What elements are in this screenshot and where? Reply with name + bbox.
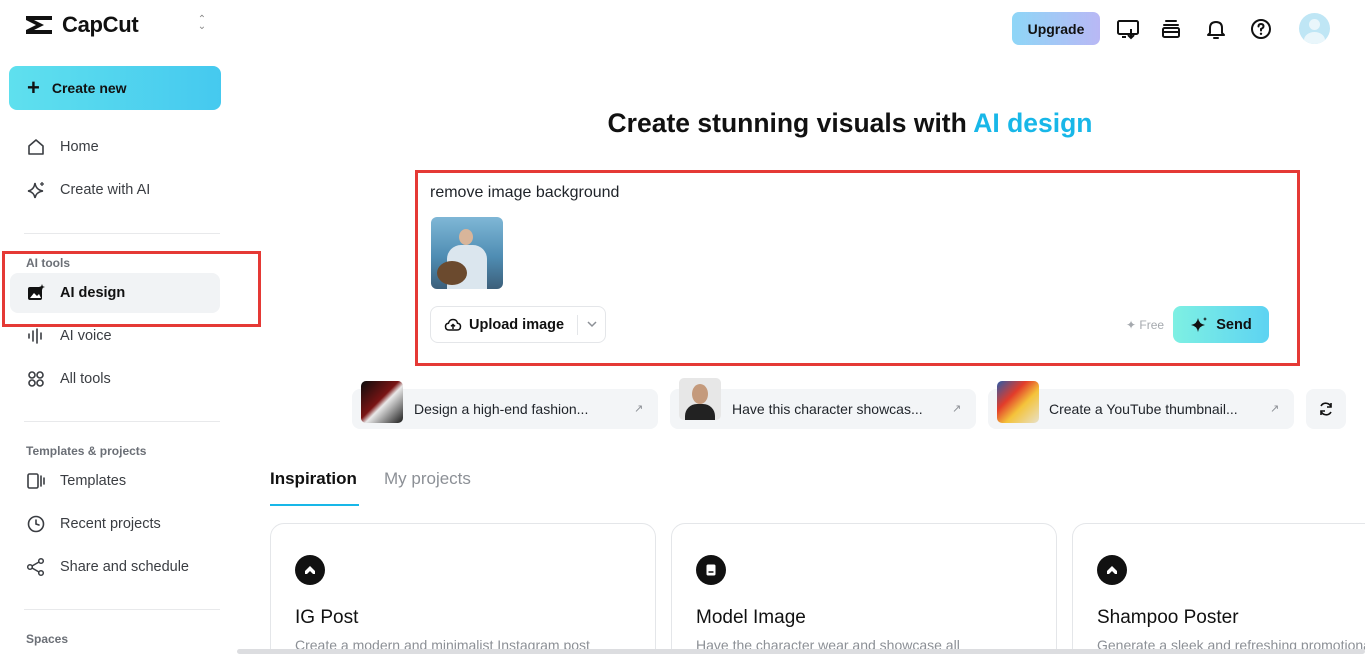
download-screen-icon[interactable] [1115, 16, 1141, 42]
suggestion-label: Create a YouTube thumbnail... [1049, 401, 1238, 417]
sidebar-item-label: Share and schedule [60, 559, 189, 575]
upload-separator [577, 315, 578, 335]
tab-inspiration[interactable]: Inspiration [270, 469, 357, 489]
tab-my-projects[interactable]: My projects [384, 469, 471, 489]
inbox-stack-icon[interactable] [1158, 16, 1184, 42]
image-sparkle-icon [26, 283, 46, 303]
plus-icon: + [27, 75, 40, 100]
suggestion-label: Have this character showcas... [732, 401, 923, 417]
upload-image-label: Upload image [469, 316, 565, 333]
help-icon[interactable] [1248, 16, 1274, 42]
waveform-icon [26, 326, 46, 346]
sidebar-item-label: Home [60, 139, 99, 155]
free-badge: ✦ Free [1126, 318, 1165, 332]
inspiration-card-model-image[interactable]: Model Image Have the character wear and … [671, 523, 1057, 654]
page-title: Create stunning visuals with AI design [420, 108, 1280, 139]
create-new-button[interactable]: + Create new [9, 66, 221, 110]
sidebar-item-share-and-schedule[interactable]: Share and schedule [10, 547, 220, 587]
horizontal-scrollbar[interactable] [237, 649, 1365, 654]
sidebar-divider [24, 609, 220, 610]
home-icon [26, 137, 46, 157]
sidebar-item-home[interactable]: Home [10, 127, 220, 167]
arrow-up-right-icon: ↗ [634, 403, 644, 415]
share-icon [26, 557, 46, 577]
card-title: Shampoo Poster [1097, 607, 1239, 628]
sidebar-divider [24, 421, 220, 422]
document-icon [696, 555, 726, 585]
upgrade-button[interactable]: Upgrade [1012, 12, 1100, 45]
section-title-spaces: Spaces [26, 632, 69, 646]
thumb-figure-head [459, 229, 473, 245]
character-body [685, 404, 715, 420]
arrow-up-right-icon: ↗ [952, 403, 962, 415]
image-icon [1097, 555, 1127, 585]
capcut-logo[interactable]: CapCut [24, 12, 139, 38]
page-title-accent: AI design [973, 108, 1093, 138]
upload-image-button[interactable]: Upload image [430, 306, 606, 343]
sidebar-item-create-with-ai[interactable]: Create with AI [10, 170, 220, 210]
suggestion-image-character [679, 378, 721, 420]
app-name: CapCut [62, 12, 139, 37]
suggestion-label: Design a high-end fashion... [414, 401, 589, 417]
character-face [692, 384, 708, 404]
capcut-app: CapCut ⌃ ⌄ + Create new Home Create with … [0, 0, 1365, 654]
sidebar-item-label: Templates [60, 473, 127, 489]
inspiration-card-shampoo-poster[interactable]: Shampoo Poster Generate a sleek and refr… [1072, 523, 1365, 654]
card-title: Model Image [696, 607, 806, 628]
capcut-logo-icon [26, 16, 52, 34]
prompt-input[interactable]: remove image background [430, 184, 619, 202]
refresh-suggestions-button[interactable] [1306, 389, 1346, 429]
cloud-upload-icon [444, 316, 462, 334]
sidebar: CapCut ⌃ ⌄ + Create new Home Create with … [0, 0, 235, 654]
bell-icon[interactable] [1203, 16, 1229, 42]
refresh-icon [1320, 402, 1332, 416]
suggestion-image-fashion [361, 381, 403, 423]
workspace-switch-icon[interactable]: ⌃ ⌄ [196, 15, 208, 32]
sidebar-item-label: Recent projects [60, 516, 161, 532]
template-icon [26, 471, 46, 491]
sidebar-item-label: All tools [60, 371, 111, 387]
arrow-up-right-icon: ↗ [1270, 403, 1280, 415]
card-title: IG Post [295, 607, 359, 628]
avatar-head [1309, 19, 1320, 30]
avatar[interactable] [1299, 13, 1330, 44]
sidebar-item-ai-design[interactable]: AI design [10, 273, 220, 313]
active-tab-indicator [270, 504, 359, 506]
chevron-down-icon[interactable] [585, 317, 599, 331]
sparkle-icon [26, 180, 46, 200]
send-label: Send [1216, 316, 1252, 333]
sidebar-item-label: AI voice [60, 328, 112, 344]
sparkle-icon [1191, 316, 1208, 332]
create-new-label: Create new [51, 80, 127, 96]
sidebar-item-templates[interactable]: Templates [10, 461, 220, 501]
suggestion-image-youtube [997, 381, 1039, 423]
section-title-templates: Templates & projects [26, 444, 147, 458]
sidebar-item-ai-voice[interactable]: AI voice [10, 316, 220, 356]
sidebar-item-label: Create with AI [60, 182, 151, 198]
uploaded-image-thumbnail[interactable] [431, 217, 503, 289]
sidebar-item-all-tools[interactable]: All tools [10, 359, 220, 399]
clock-icon [26, 514, 46, 534]
inspiration-card-ig-post[interactable]: IG Post Create a modern and minimalist I… [270, 523, 656, 654]
sidebar-item-label: AI design [60, 285, 126, 301]
grid-icon [26, 369, 46, 389]
send-button[interactable]: Send [1173, 306, 1269, 343]
thumb-guitar [437, 261, 467, 285]
avatar-body [1304, 32, 1325, 44]
image-icon [295, 555, 325, 585]
sidebar-item-recent-projects[interactable]: Recent projects [10, 504, 220, 544]
sidebar-divider [24, 233, 220, 234]
page-title-prefix: Create stunning visuals with [607, 108, 974, 138]
section-title-ai-tools: AI tools [26, 256, 70, 270]
